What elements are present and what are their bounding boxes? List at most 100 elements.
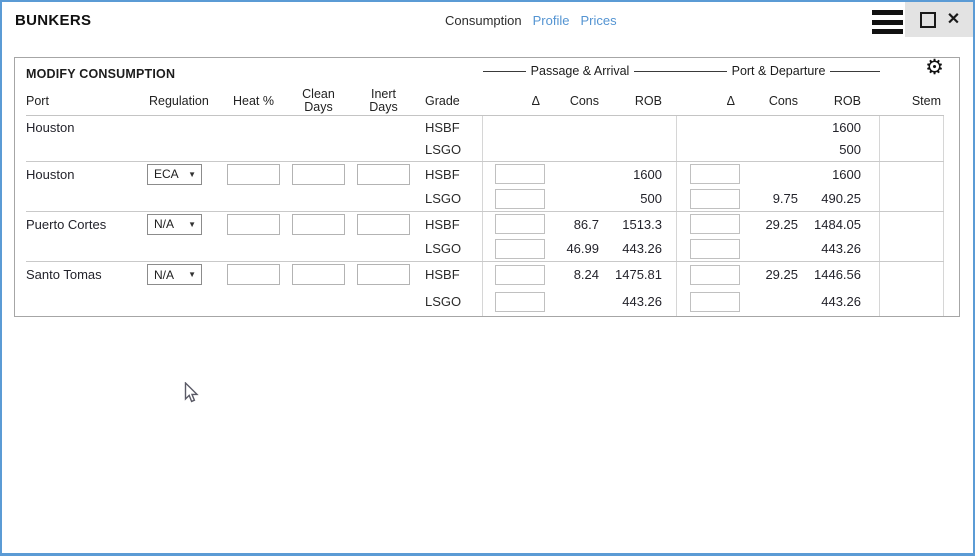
passage-delta-cell	[482, 162, 546, 187]
menu-icon[interactable]	[872, 10, 903, 34]
regulation-value: N/A	[154, 217, 174, 231]
passage-delta-cell	[482, 187, 546, 212]
grade-label: LSGO	[425, 139, 482, 162]
stem-cell	[879, 212, 944, 237]
passage-cons-value	[546, 116, 602, 139]
chevron-down-icon: ▼	[188, 270, 196, 279]
port-delta-cell	[676, 187, 740, 212]
passage-cons-value: 8.24	[546, 262, 602, 287]
top-bar: BUNKERS Consumption Profile Prices ✕	[2, 2, 973, 44]
passage-delta-input[interactable]	[495, 292, 545, 312]
nav-consumption[interactable]: Consumption	[445, 13, 522, 28]
port-rob-value: 443.26	[802, 237, 879, 262]
clean-days-cell	[292, 212, 357, 237]
passage-rob-value	[602, 116, 676, 139]
port-delta-cell	[676, 212, 740, 237]
grade-label: HSBF	[425, 162, 482, 187]
port-delta-input[interactable]	[690, 265, 740, 285]
top-nav: Consumption Profile Prices	[445, 13, 617, 28]
passage-rob-value: 443.26	[602, 237, 676, 262]
port-rob-value: 490.25	[802, 187, 879, 212]
passage-cons-value	[546, 187, 602, 212]
port-cons-value	[740, 139, 802, 162]
port-name: Puerto Cortes	[26, 212, 147, 237]
clean-days-input[interactable]	[292, 264, 345, 285]
inert-days-input[interactable]	[357, 164, 410, 185]
col-header-passage-rob: ROB	[602, 94, 676, 108]
regulation-select[interactable]: N/A ▼	[147, 264, 202, 285]
inert-days-cell	[357, 162, 425, 187]
passage-cons-value	[546, 287, 602, 316]
port-delta-input[interactable]	[690, 189, 740, 209]
stem-cell	[879, 287, 944, 316]
passage-delta-input[interactable]	[495, 214, 545, 234]
nav-profile[interactable]: Profile	[533, 13, 570, 28]
col-header-inert: Inert Days	[357, 88, 425, 114]
inert-days-input[interactable]	[357, 264, 410, 285]
port-delta-cell	[676, 237, 740, 262]
heat-input[interactable]	[227, 264, 280, 285]
inert-days-cell	[357, 262, 425, 287]
grade-label: LSGO	[425, 237, 482, 262]
nav-prices[interactable]: Prices	[580, 13, 616, 28]
col-header-passage-cons: Cons	[546, 94, 602, 108]
heat-input[interactable]	[227, 214, 280, 235]
clean-days-input[interactable]	[292, 214, 345, 235]
port-rob-value: 443.26	[802, 287, 879, 316]
consumption-rows: Houston HSBF 1600 LSGO 500 Houston ECA ▼	[26, 116, 944, 316]
passage-delta-cell	[482, 116, 546, 139]
modify-consumption-panel: MODIFY CONSUMPTION Passage & Arrival Por…	[14, 57, 960, 317]
heat-input[interactable]	[227, 164, 280, 185]
port-delta-input[interactable]	[690, 292, 740, 312]
heat-cell	[227, 116, 292, 139]
passage-rob-value: 1513.3	[602, 212, 676, 237]
maximize-icon[interactable]	[920, 12, 936, 28]
bunkers-window: BUNKERS Consumption Profile Prices ✕ MOD…	[0, 0, 975, 556]
inert-days-cell	[357, 116, 425, 139]
port-delta-cell	[676, 287, 740, 316]
regulation-select[interactable]: ECA ▼	[147, 164, 202, 185]
clean-days-cell	[292, 162, 357, 187]
passage-cons-value: 86.7	[546, 212, 602, 237]
stem-cell	[879, 162, 944, 187]
grade-label: HSBF	[425, 262, 482, 287]
port-cons-value	[740, 287, 802, 316]
port-rob-value: 1484.05	[802, 212, 879, 237]
col-header-port-cons: Cons	[740, 94, 802, 108]
passage-delta-input[interactable]	[495, 265, 545, 285]
stem-cell	[879, 116, 944, 139]
passage-cons-value	[546, 139, 602, 162]
gear-icon[interactable]: ⚙	[925, 55, 944, 81]
col-header-port-rob: ROB	[802, 94, 879, 108]
inert-days-input[interactable]	[357, 214, 410, 235]
passage-delta-cell	[482, 212, 546, 237]
regulation-select[interactable]: N/A ▼	[147, 214, 202, 235]
clean-days-input[interactable]	[292, 164, 345, 185]
port-row: Houston ECA ▼ HSBF 1600 1600 LSGO 500 9.…	[26, 161, 944, 211]
col-header-stem: Stem	[879, 94, 944, 108]
port-delta-input[interactable]	[690, 214, 740, 234]
passage-delta-input[interactable]	[495, 239, 545, 259]
col-header-heat: Heat %	[227, 95, 292, 108]
passage-rob-value: 443.26	[602, 287, 676, 316]
chevron-down-icon: ▼	[188, 170, 196, 179]
port-delta-input[interactable]	[690, 239, 740, 259]
port-rob-value: 1600	[802, 116, 879, 139]
col-header-regulation: Regulation	[147, 94, 227, 108]
passage-cons-value: 46.99	[546, 237, 602, 262]
port-delta-input[interactable]	[690, 164, 740, 184]
port-cons-value	[740, 162, 802, 187]
port-rob-value: 1446.56	[802, 262, 879, 287]
close-icon[interactable]: ✕	[947, 12, 960, 28]
port-delta-cell	[676, 262, 740, 287]
port-cons-value	[740, 116, 802, 139]
heat-cell	[227, 262, 292, 287]
col-header-passage-delta: Δ	[482, 94, 546, 108]
passage-delta-input[interactable]	[495, 164, 545, 184]
chevron-down-icon: ▼	[188, 220, 196, 229]
passage-delta-input[interactable]	[495, 189, 545, 209]
col-header-clean: Clean Days	[292, 88, 357, 114]
window-controls: ✕	[905, 2, 975, 37]
passage-rob-value: 500	[602, 187, 676, 212]
panel-header-band: MODIFY CONSUMPTION Passage & Arrival Por…	[15, 58, 959, 87]
